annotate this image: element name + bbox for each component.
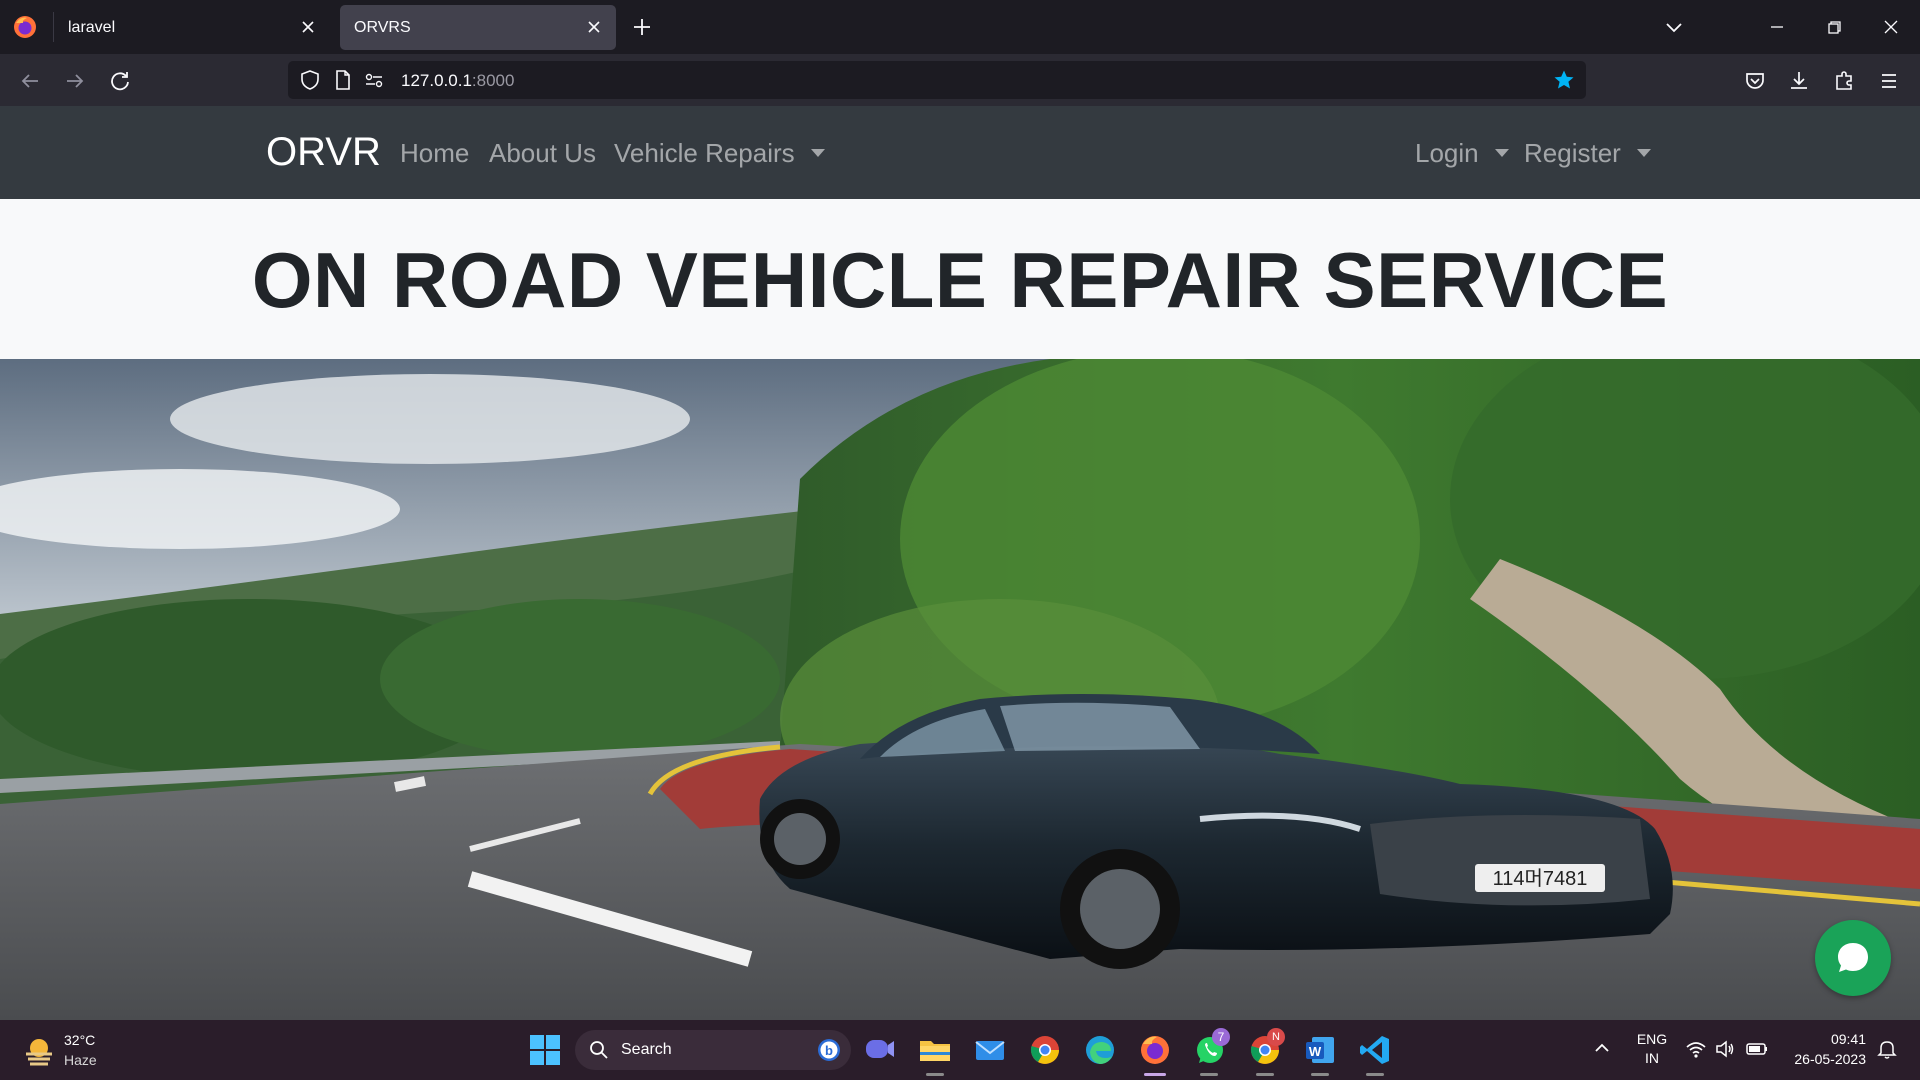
nav-register-label: Register	[1524, 138, 1621, 168]
running-app-indicator	[1200, 1073, 1218, 1076]
page-info-icon[interactable]	[332, 69, 354, 91]
hamburger-menu-icon[interactable]	[1875, 67, 1903, 95]
address-bar[interactable]: 127.0.0.1:8000	[288, 61, 1586, 99]
chrome-profile-badge: N	[1267, 1028, 1285, 1046]
hero-title-band: ON ROAD VEHICLE REPAIR SERVICE	[0, 199, 1920, 359]
tracking-protection-shield-icon[interactable]	[299, 69, 321, 91]
hero-car-photo: 114머7481	[0, 359, 1920, 1020]
search-icon	[589, 1040, 609, 1060]
tab-laravel[interactable]: laravel	[54, 5, 330, 50]
nav-vehicle-repairs-label: Vehicle Repairs	[614, 138, 795, 168]
tab-orvrs[interactable]: ORVRS	[340, 5, 616, 50]
running-app-indicator	[1256, 1073, 1274, 1076]
mail-icon[interactable]	[972, 1032, 1008, 1068]
browser-tab-strip: laravel ORVRS	[0, 0, 1920, 54]
tab-title: ORVRS	[354, 18, 411, 36]
pocket-icon[interactable]	[1741, 67, 1769, 95]
close-tab-icon[interactable]	[584, 17, 604, 37]
windows-taskbar: 32°C Haze Search b 7 N W ENG IN 09:41 26…	[0, 1020, 1920, 1080]
firefox-taskbar-icon[interactable]	[1137, 1032, 1173, 1068]
nav-about-link[interactable]: About Us	[489, 138, 596, 169]
clock-date[interactable]: 26-05-2023	[1780, 1051, 1866, 1067]
show-hidden-icons-chevron-icon[interactable]	[1590, 1036, 1614, 1060]
weather-condition[interactable]: Haze	[64, 1052, 97, 1068]
bookmark-star-icon[interactable]	[1553, 69, 1575, 91]
taskbar-search-box[interactable]: Search b	[575, 1030, 851, 1070]
forward-arrow-icon[interactable]	[61, 67, 89, 95]
running-app-indicator	[926, 1073, 944, 1076]
list-all-tabs-chevron-icon[interactable]	[1661, 14, 1687, 40]
tab-title: laravel	[68, 18, 116, 36]
edge-icon[interactable]	[1082, 1032, 1118, 1068]
language-indicator-top[interactable]: ENG	[1634, 1031, 1670, 1047]
vscode-icon[interactable]	[1357, 1032, 1393, 1068]
search-label: Search	[621, 1041, 672, 1058]
hero-title: ON ROAD VEHICLE REPAIR SERVICE	[251, 236, 1669, 324]
caret-down-icon	[1636, 149, 1651, 158]
chat-widget-button[interactable]	[1815, 920, 1891, 996]
photo-tree-canopy	[380, 599, 780, 759]
photo-cloud	[170, 374, 690, 464]
notification-bell-icon[interactable]	[1876, 1038, 1898, 1060]
back-arrow-icon[interactable]	[16, 67, 44, 95]
reload-icon[interactable]	[106, 67, 134, 95]
permissions-icon[interactable]	[363, 69, 385, 91]
weather-haze-icon[interactable]	[22, 1034, 56, 1068]
active-app-indicator	[1144, 1073, 1166, 1076]
caret-down-icon	[1494, 149, 1509, 158]
restore-icon[interactable]	[1821, 14, 1847, 40]
language-indicator-bottom[interactable]: IN	[1634, 1050, 1670, 1066]
browser-navigation-bar: 127.0.0.1:8000	[0, 54, 1920, 106]
downloads-icon[interactable]	[1785, 67, 1813, 95]
whatsapp-badge: 7	[1212, 1028, 1230, 1046]
clock-time[interactable]: 09:41	[1780, 1031, 1866, 1047]
chat-bubble-icon	[1833, 938, 1873, 978]
url-host: 127.0.0.1	[401, 71, 472, 90]
close-window-icon[interactable]	[1878, 14, 1904, 40]
close-tab-icon[interactable]	[298, 17, 318, 37]
windows-start-icon[interactable]	[527, 1032, 563, 1068]
photo-lane-marking	[394, 776, 426, 792]
web-page: ORVR Home About Us Vehicle Repairs Login…	[0, 106, 1920, 1020]
battery-icon[interactable]	[1745, 1038, 1769, 1060]
word-icon[interactable]: W	[1302, 1032, 1338, 1068]
wifi-icon[interactable]	[1685, 1038, 1707, 1060]
url-port: :8000	[471, 71, 515, 90]
running-app-indicator	[1366, 1073, 1384, 1076]
site-navbar: ORVR Home About Us Vehicle Repairs Login…	[0, 106, 1920, 199]
license-plate-text: 114머7481	[1493, 867, 1588, 890]
nav-vehicle-repairs-dropdown[interactable]: Vehicle Repairs	[614, 138, 825, 169]
minimize-icon[interactable]	[1764, 14, 1790, 40]
extensions-puzzle-icon[interactable]	[1831, 67, 1859, 95]
running-app-indicator	[1311, 1073, 1329, 1076]
svg-text:W: W	[1309, 1044, 1322, 1059]
brand-logo-link[interactable]: ORVR	[266, 130, 381, 175]
teams-chat-icon[interactable]	[862, 1032, 898, 1068]
nav-register-dropdown[interactable]: Register	[1524, 138, 1651, 169]
nav-login-label: Login	[1415, 138, 1479, 168]
nav-home-link[interactable]: Home	[400, 138, 469, 169]
caret-down-icon	[810, 149, 825, 158]
firefox-menu-icon[interactable]	[12, 14, 38, 40]
new-tab-plus-icon[interactable]	[630, 15, 654, 39]
svg-text:b: b	[825, 1043, 833, 1058]
nav-login-dropdown[interactable]: Login	[1415, 138, 1509, 169]
volume-icon[interactable]	[1714, 1038, 1736, 1060]
bing-chat-icon[interactable]: b	[817, 1038, 841, 1062]
weather-temperature[interactable]: 32°C	[64, 1032, 95, 1048]
file-explorer-icon[interactable]	[917, 1032, 953, 1068]
chrome-icon[interactable]	[1027, 1032, 1063, 1068]
url-text: 127.0.0.1:8000	[401, 71, 514, 91]
